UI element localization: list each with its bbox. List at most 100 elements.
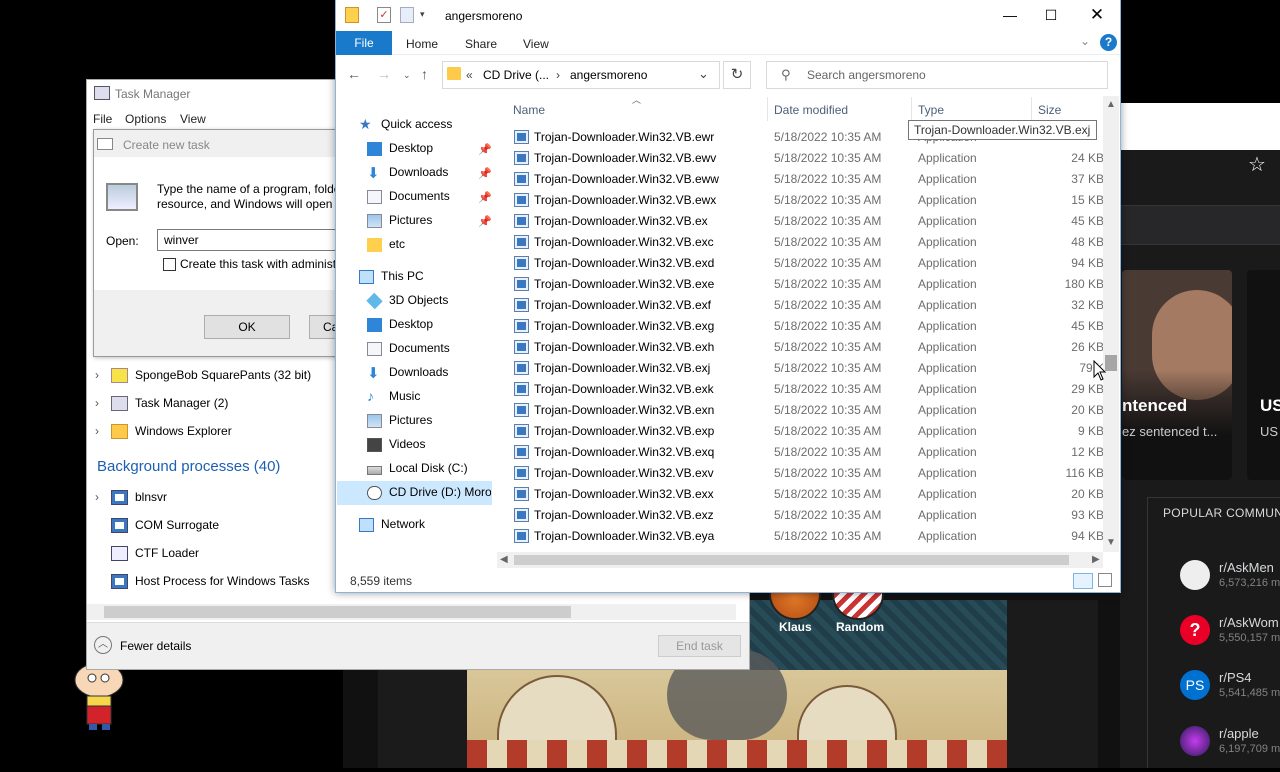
chevron-down-icon[interactable]: ⌄ [1080, 34, 1090, 48]
community-item[interactable]: r/apple 6,197,709 m [1180, 722, 1280, 772]
community-item[interactable]: r/AskMen 6,573,216 m [1180, 556, 1280, 606]
news-card-image[interactable] [1122, 270, 1232, 480]
community-item[interactable]: ? r/AskWom 5,550,157 m [1180, 611, 1280, 661]
file-size: 93 KB [1071, 508, 1104, 522]
community-name[interactable]: r/apple [1219, 726, 1259, 741]
news-card-title[interactable]: ntenced [1122, 396, 1187, 416]
tm-menu-view[interactable]: View [180, 112, 206, 126]
admin-checkbox-label[interactable]: Create this task with administ [180, 257, 336, 271]
file-row[interactable]: Trojan-Downloader.Win32.VB.exj 5/18/2022 … [500, 358, 1108, 379]
refresh-icon[interactable]: ↻ [723, 61, 751, 89]
minimize-button[interactable]: — [987, 0, 1033, 31]
tab-share[interactable]: Share [465, 37, 497, 51]
tab-file[interactable]: File [336, 31, 392, 55]
chevron-up-icon[interactable]: ︿ [94, 636, 112, 654]
tab-home[interactable]: Home [406, 37, 438, 51]
tab-view[interactable]: View [523, 37, 549, 51]
qat-dropdown-icon[interactable]: ▾ [420, 9, 434, 25]
tm-scroll-thumb[interactable] [104, 606, 571, 618]
chevron-right-icon[interactable]: › [95, 396, 99, 410]
column-divider[interactable] [911, 97, 912, 121]
file-row[interactable]: Trojan-Downloader.Win32.VB.exe 5/18/2022 … [500, 274, 1108, 295]
column-divider[interactable] [767, 97, 768, 121]
large-icons-view-icon[interactable] [1098, 573, 1112, 587]
back-arrow-icon[interactable]: ← [347, 66, 361, 82]
file-row[interactable]: Trojan-Downloader.Win32.VB.exc 5/18/2022 … [500, 232, 1108, 253]
column-header-type[interactable]: Type [918, 103, 944, 117]
klaus-label[interactable]: Klaus [779, 620, 812, 634]
chevron-right-icon[interactable]: › [95, 424, 99, 438]
news-card-subtitle-2: US [1260, 424, 1279, 439]
file-row[interactable]: Trojan-Downloader.Win32.VB.exd 5/18/2022 … [500, 253, 1108, 274]
file-row[interactable]: Trojan-Downloader.Win32.VB.eww 5/18/2022 … [500, 169, 1108, 190]
file-row[interactable]: Trojan-Downloader.Win32.VB.exn 5/18/2022 … [500, 400, 1108, 421]
scroll-down-icon[interactable]: ▼ [1106, 537, 1116, 548]
file-row[interactable]: Trojan-Downloader.Win32.VB.exx 5/18/2022 … [500, 484, 1108, 505]
news-card-image-2[interactable] [1247, 270, 1280, 480]
close-button[interactable]: ✕ [1074, 0, 1120, 31]
file-row[interactable]: Trojan-Downloader.Win32.VB.exf 5/18/2022 … [500, 295, 1108, 316]
column-divider[interactable] [1031, 97, 1032, 121]
scroll-left-icon[interactable]: ◀ [500, 554, 508, 565]
column-header-size[interactable]: Size [1038, 103, 1061, 117]
details-view-icon[interactable] [1073, 573, 1093, 589]
random-label[interactable]: Random [836, 620, 884, 634]
star-icon[interactable]: ☆ [1248, 152, 1266, 177]
recent-dropdown-icon[interactable]: ⌄ [403, 70, 411, 81]
community-name[interactable]: r/PS4 [1219, 670, 1252, 685]
address-overflow[interactable]: « [466, 68, 473, 82]
scroll-right-icon[interactable]: ▶ [1092, 554, 1100, 565]
ok-button[interactable]: OK [204, 315, 290, 339]
tm-menu-file[interactable]: File [93, 112, 112, 126]
stewie-desktop-pet[interactable] [72, 660, 127, 732]
fewer-details-link[interactable]: Fewer details [120, 639, 191, 653]
file-row[interactable]: Trojan-Downloader.Win32.VB.exq 5/18/2022 … [500, 442, 1108, 463]
breadcrumb-separator[interactable]: › [556, 68, 560, 82]
admin-checkbox[interactable] [163, 258, 176, 271]
scroll-thumb[interactable] [514, 555, 1069, 565]
open-input[interactable]: winver [157, 229, 343, 251]
file-row[interactable]: Trojan-Downloader.Win32.VB.ex 5/18/2022 1… [500, 211, 1108, 232]
scroll-up-icon[interactable]: ▲ [1106, 99, 1116, 110]
file-row[interactable]: Trojan-Downloader.Win32.VB.exv 5/18/2022 … [500, 463, 1108, 484]
file-row[interactable]: Trojan-Downloader.Win32.VB.exg 5/18/2022 … [500, 316, 1108, 337]
file-size: 20 KB [1071, 487, 1104, 501]
community-name[interactable]: r/AskMen [1219, 560, 1274, 575]
search-input[interactable]: Search angersmoreno [807, 68, 926, 82]
tm-menu-options[interactable]: Options [125, 112, 166, 126]
community-item[interactable]: PS r/PS4 5,541,485 m [1180, 666, 1280, 716]
run-icon [97, 138, 113, 150]
community-name[interactable]: r/AskWom [1219, 615, 1279, 630]
file-row[interactable]: Trojan-Downloader.Win32.VB.exp 5/18/2022 … [500, 421, 1108, 442]
file-row[interactable]: Trojan-Downloader.Win32.VB.exz 5/18/2022 … [500, 505, 1108, 526]
file-row[interactable]: Trojan-Downloader.Win32.VB.ewx 5/18/2022 … [500, 190, 1108, 211]
file-row[interactable]: Trojan-Downloader.Win32.VB.ewv 5/18/2022 … [500, 148, 1108, 169]
chevron-right-icon[interactable]: › [95, 368, 99, 382]
breadcrumb-cd-drive[interactable]: CD Drive (... [483, 68, 549, 82]
column-header-name[interactable]: Name [513, 103, 545, 117]
pin-icon[interactable]: 📌 [478, 215, 492, 228]
properties-icon[interactable]: ✓ [377, 7, 391, 23]
breadcrumb-current[interactable]: angersmoreno [570, 68, 647, 82]
chevron-right-icon[interactable]: › [95, 490, 99, 504]
file-date: 5/18/2022 10:35 AM [774, 466, 882, 480]
up-arrow-icon[interactable]: ↑ [421, 66, 428, 82]
maximize-button[interactable]: ☐ [1028, 0, 1074, 31]
forward-arrow-icon[interactable]: → [377, 66, 391, 82]
file-list-vertical-scrollbar[interactable] [1103, 96, 1119, 552]
nav-item-cd-drive[interactable]: CD Drive (D:) Moron [367, 484, 491, 506]
community-members: 6,197,709 m [1219, 743, 1280, 755]
pin-icon[interactable]: 📌 [478, 167, 492, 180]
reddit-search-bar[interactable] [1120, 205, 1280, 245]
news-card-title-2[interactable]: US [1260, 396, 1280, 416]
file-row[interactable]: Trojan-Downloader.Win32.VB.exh 5/18/2022 … [500, 337, 1108, 358]
pin-icon[interactable]: 📌 [478, 191, 492, 204]
end-task-button[interactable]: End task [658, 635, 741, 657]
chevron-down-icon[interactable]: ⌄ [698, 66, 709, 82]
pin-icon[interactable]: 📌 [478, 143, 492, 156]
new-folder-icon[interactable] [400, 7, 414, 23]
file-row[interactable]: Trojan-Downloader.Win32.VB.exk 5/18/2022 … [500, 379, 1108, 400]
help-icon[interactable]: ? [1100, 34, 1117, 51]
file-row[interactable]: Trojan-Downloader.Win32.VB.eya 5/18/2022 … [500, 526, 1108, 547]
column-header-date[interactable]: Date modified [774, 103, 848, 117]
